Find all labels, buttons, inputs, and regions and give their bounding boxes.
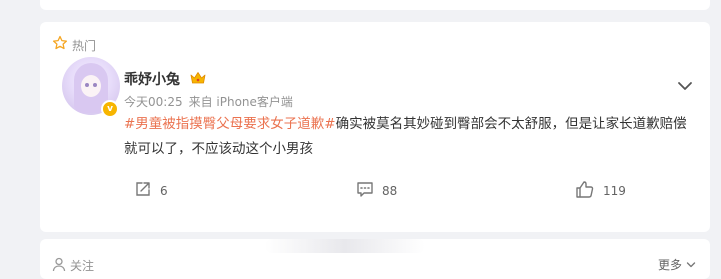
post-content: #男童被指摸臀父母要求女子道歉#确实被莫名其妙碰到臀部会不太舒服，但是让家长道歉…: [124, 112, 694, 162]
blurred-content: [265, 239, 425, 253]
more-label: 更多: [658, 258, 683, 272]
follow-section-label: 关注: [70, 259, 95, 273]
verified-badge-icon: v: [101, 100, 119, 118]
post-source: 来自 iPhone客户端: [188, 95, 293, 109]
comment-icon: [356, 180, 374, 201]
user-icon: [52, 256, 66, 275]
crown-icon: [190, 70, 206, 89]
comment-button[interactable]: 88: [356, 180, 397, 201]
username[interactable]: 乖妤小兔: [124, 69, 180, 89]
like-button[interactable]: 119: [575, 180, 626, 201]
share-count: 6: [160, 183, 168, 198]
comment-count: 88: [382, 183, 398, 198]
post-card: 热门 v 乖妤小兔 今天00:25 来自 iPhone客户端 #男童被指摸臀父母要…: [40, 22, 710, 232]
post-time[interactable]: 今天00:25: [124, 95, 183, 109]
chevron-down-small-icon: [686, 258, 696, 272]
share-button[interactable]: 6: [134, 180, 168, 201]
more-button[interactable]: 更多: [658, 256, 696, 273]
follow-section-card: 关注 更多: [40, 239, 710, 279]
share-icon: [134, 180, 152, 201]
thumbs-up-icon: [575, 180, 595, 201]
hashtag-link[interactable]: #男童被指摸臀父母要求女子道歉#: [124, 116, 336, 132]
post-meta: 今天00:25 来自 iPhone客户端: [124, 93, 299, 110]
like-count: 119: [603, 183, 626, 198]
follow-section-header: 关注: [52, 256, 94, 275]
